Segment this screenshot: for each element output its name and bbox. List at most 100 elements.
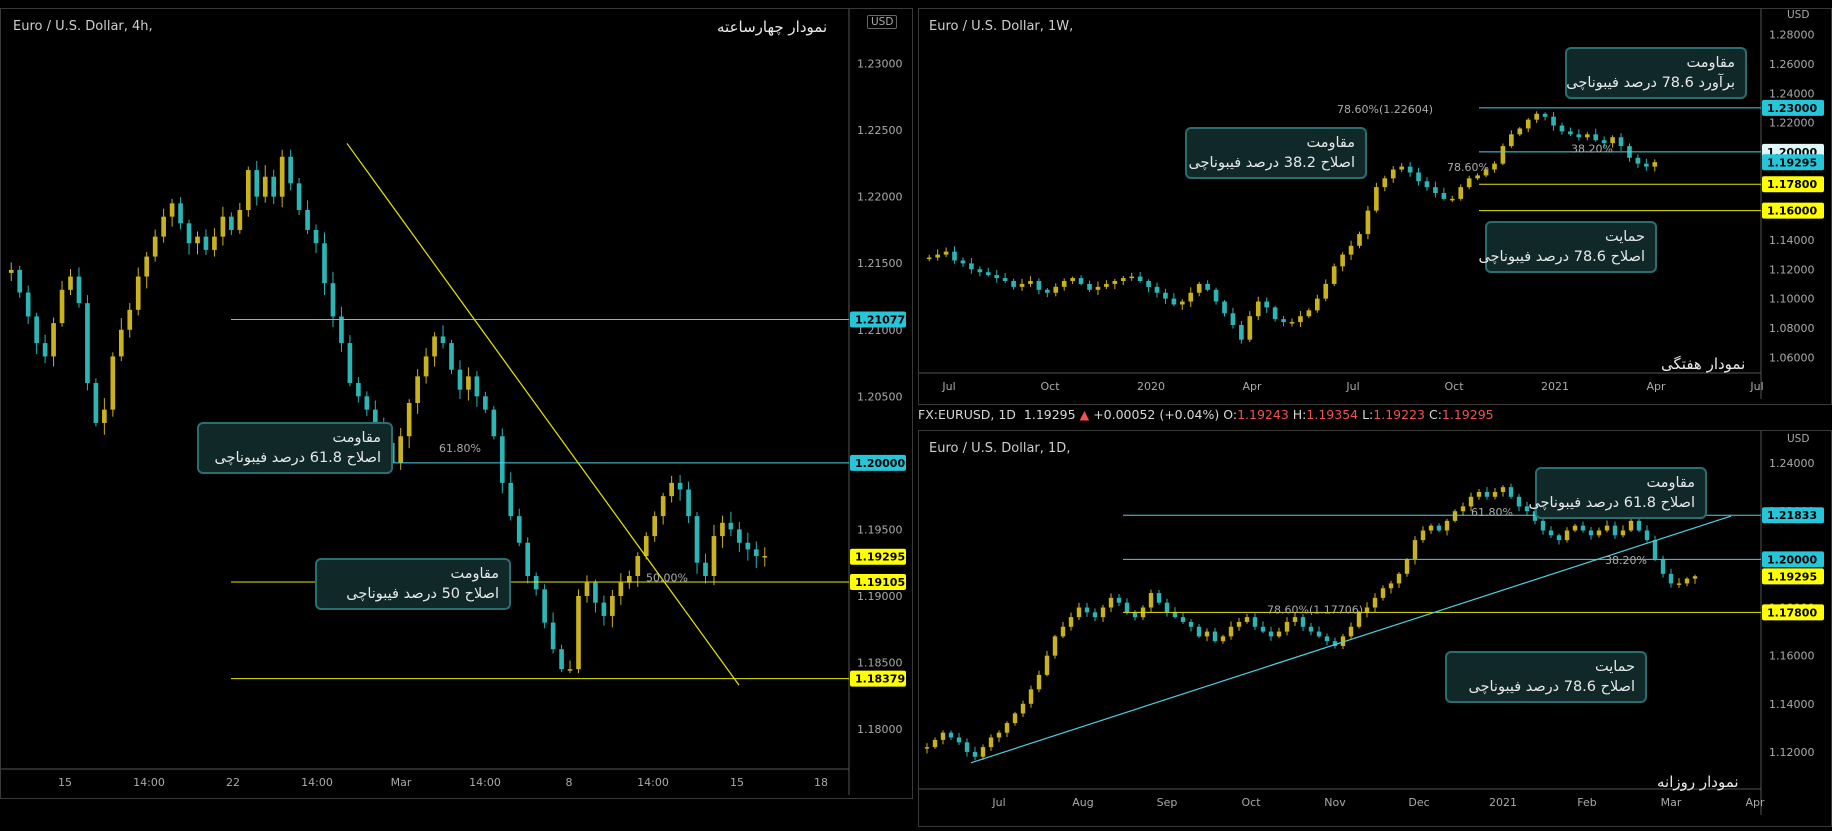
candle-body — [1100, 607, 1106, 618]
candle-body — [1292, 617, 1298, 622]
candle-body — [262, 176, 268, 197]
candle-body — [1382, 178, 1388, 188]
fib-level-label: 61.80% — [1471, 506, 1513, 519]
candle-body — [1087, 283, 1092, 290]
candle-body — [1466, 178, 1472, 188]
candle-body — [1452, 511, 1458, 521]
candle-body — [1444, 520, 1450, 531]
callout-line2: اصلاح 78.6 درصد فیبوناچی — [1478, 249, 1645, 265]
callout-line2: اصلاح 38.2 درصد فیبوناچی — [1188, 155, 1355, 171]
x-tick-label: Oct — [1444, 380, 1464, 393]
candle-body — [1588, 530, 1594, 536]
price-box-label: 1.21833 — [1767, 509, 1817, 522]
candle-body — [1407, 166, 1413, 173]
candle-body — [135, 276, 141, 310]
candle-body — [1308, 626, 1314, 632]
candle-body — [1316, 631, 1322, 637]
candle-body — [1365, 210, 1371, 235]
candle-body — [440, 336, 446, 344]
candle-body — [237, 209, 243, 230]
chart-title: Euro / U.S. Dollar, 1W, — [929, 19, 1074, 34]
callout-line1: مقاومت — [332, 430, 381, 446]
x-tick-label: Dec — [1408, 796, 1429, 809]
candle-body — [186, 223, 192, 244]
candle-body — [1220, 636, 1226, 642]
candle-body — [1412, 540, 1418, 560]
y-tick-label: 1.22000 — [857, 191, 903, 204]
candle-body — [1284, 621, 1290, 632]
fib-level-label: 61.80% — [439, 442, 481, 455]
candle-body — [68, 276, 73, 290]
candle-body — [1652, 540, 1658, 560]
candle-body — [1172, 612, 1178, 618]
candle-body — [1171, 298, 1177, 305]
candle-body — [1509, 134, 1514, 147]
callout-line2: برآورد 78.6 درصد فیبوناچی — [1566, 75, 1735, 91]
candle-body — [1004, 723, 1010, 733]
chart-panel-weekly[interactable]: 1.280001.260001.240001.220001.200001.180… — [918, 8, 1832, 405]
candle-body — [516, 516, 522, 543]
candle-body — [1148, 593, 1154, 608]
x-tick-label: 15 — [58, 776, 72, 789]
candle-body — [1180, 301, 1185, 305]
candle-body — [1460, 506, 1466, 512]
candle-body — [1070, 278, 1075, 281]
candle-body — [1053, 286, 1059, 293]
candle-body — [499, 436, 505, 483]
callout-line2: اصلاح 61.8 درصد فیبوناچی — [1528, 495, 1695, 511]
chart-4h-svg[interactable]: 1.230001.225001.220001.215001.210001.205… — [1, 9, 912, 798]
candle-body — [996, 732, 1002, 738]
candle-body — [1188, 621, 1194, 627]
candle-body — [1348, 626, 1354, 637]
candle-body — [449, 343, 454, 370]
candle-body — [972, 751, 978, 757]
candle-body — [102, 409, 107, 423]
callout-support-786: حمایت اصلاح 78.6 درصد فیبوناچی — [1478, 221, 1657, 273]
candle-body — [296, 183, 302, 210]
callout-resistance-50: مقاومت اصلاح 50 درصد فیبوناچی — [315, 558, 511, 610]
x-tick-label: Aug — [1072, 796, 1093, 809]
candle-body — [943, 251, 949, 255]
candle-body — [1060, 626, 1066, 637]
candle-body — [1500, 146, 1506, 164]
candle-body — [745, 542, 751, 550]
candle-body — [584, 582, 590, 596]
candle-body — [34, 316, 39, 344]
candle-body — [347, 343, 353, 384]
candle-body — [17, 269, 23, 293]
candle-body — [1196, 283, 1202, 293]
candle-body — [313, 229, 319, 244]
candle-body — [1374, 187, 1379, 211]
candle-body — [652, 516, 658, 537]
chart-panel-4h[interactable]: 1.23000 1.22500 1.22000 1.21500 1.21000 1.205… — [0, 8, 913, 799]
candle-body — [952, 251, 957, 261]
candle-body — [1260, 626, 1266, 632]
x-tick-label: 22 — [226, 776, 240, 789]
callout-line1: حمایت — [1604, 229, 1645, 245]
candle-body — [305, 209, 310, 230]
candle-body — [1036, 674, 1042, 690]
candle-body — [610, 595, 615, 616]
candle-body — [924, 747, 930, 749]
candle-body — [1660, 559, 1666, 574]
candle-body — [322, 243, 327, 284]
close-label: C: — [1428, 407, 1442, 422]
candle-body — [1044, 655, 1050, 675]
candle-body — [195, 236, 200, 244]
candle-body — [550, 622, 556, 650]
candle-body — [694, 516, 700, 563]
y-tick-label: 1.19000 — [857, 590, 903, 603]
candle-body — [1424, 181, 1430, 188]
candle-body — [956, 737, 962, 743]
chart-panel-daily[interactable]: 1.240001.220001.200001.180001.160001.140… — [918, 430, 1832, 827]
candle-body — [948, 732, 954, 738]
candle-body — [1428, 525, 1434, 531]
candle-body — [8, 269, 14, 273]
price-box-label: 1.20000 — [1767, 553, 1817, 566]
y-tick-label: 1.22500 — [857, 124, 903, 137]
candle-body — [1204, 631, 1210, 637]
candle-body — [279, 156, 285, 197]
price-box-label: 1.17800 — [1767, 606, 1817, 619]
candle-body — [1684, 578, 1690, 584]
x-tick-label: Apr — [1646, 380, 1666, 393]
